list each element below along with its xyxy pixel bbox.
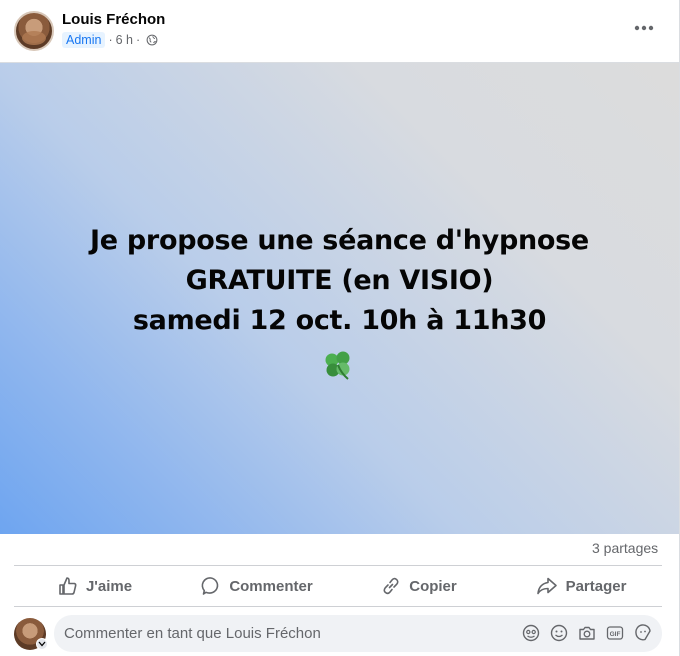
comment-composer: GIF xyxy=(54,615,662,652)
author-avatar[interactable] xyxy=(14,11,54,51)
share-button[interactable]: Partager xyxy=(500,566,662,606)
post-message-line: samedi 12 oct. 10h à 11h30 xyxy=(132,305,547,336)
comment-button[interactable]: Commenter xyxy=(176,566,338,606)
post-text-background[interactable]: Je propose une séance d'hypnose GRATUITE… xyxy=(0,62,679,534)
post-time[interactable]: 6 h xyxy=(116,33,133,47)
like-label: J'aime xyxy=(85,577,133,595)
author-name[interactable]: Louis Fréchon xyxy=(62,11,165,28)
svg-text:GIF: GIF xyxy=(610,631,621,638)
post-message-line: GRATUITE (en VISIO) xyxy=(185,265,494,296)
thumbs-up-icon xyxy=(59,577,77,595)
clover-icon xyxy=(325,351,350,380)
meta-separator: · xyxy=(136,33,141,47)
post-header: Louis Fréchon Admin · 6 h · xyxy=(0,0,679,62)
copy-label: Copier xyxy=(409,577,457,595)
comment-bubble-icon xyxy=(201,577,219,595)
post-meta: Admin · 6 h · xyxy=(62,31,158,49)
sticker-icon[interactable] xyxy=(634,624,652,642)
copy-button[interactable]: Copier xyxy=(338,566,500,606)
avatar-sticker-icon[interactable] xyxy=(522,624,540,642)
meta-separator: · xyxy=(108,33,113,47)
share-arrow-icon xyxy=(536,577,557,595)
comment-label: Commenter xyxy=(229,577,313,595)
link-icon xyxy=(383,577,399,595)
post-message-line: Je propose une séance d'hypnose xyxy=(90,225,589,256)
admin-badge[interactable]: Admin xyxy=(62,32,106,48)
post-message: Je propose une séance d'hypnose GRATUITE… xyxy=(0,221,679,341)
post-card: Louis Fréchon Admin · 6 h · Je propose u… xyxy=(0,0,680,656)
camera-icon[interactable] xyxy=(578,624,596,642)
share-label: Partager xyxy=(565,577,627,595)
shares-count[interactable]: 3 partages xyxy=(592,540,658,556)
gif-icon[interactable]: GIF xyxy=(606,624,624,642)
globe-icon[interactable] xyxy=(146,34,158,46)
emoji-icon[interactable] xyxy=(550,624,568,642)
chevron-down-icon[interactable] xyxy=(36,638,48,650)
composer-icons: GIF xyxy=(522,624,652,642)
divider xyxy=(14,606,662,607)
more-options-button[interactable] xyxy=(628,14,660,42)
comment-input[interactable] xyxy=(64,615,504,652)
action-bar: J'aime Commenter Copier Partager xyxy=(14,566,662,606)
like-button[interactable]: J'aime xyxy=(14,566,176,606)
more-horizontal-icon xyxy=(634,25,654,31)
